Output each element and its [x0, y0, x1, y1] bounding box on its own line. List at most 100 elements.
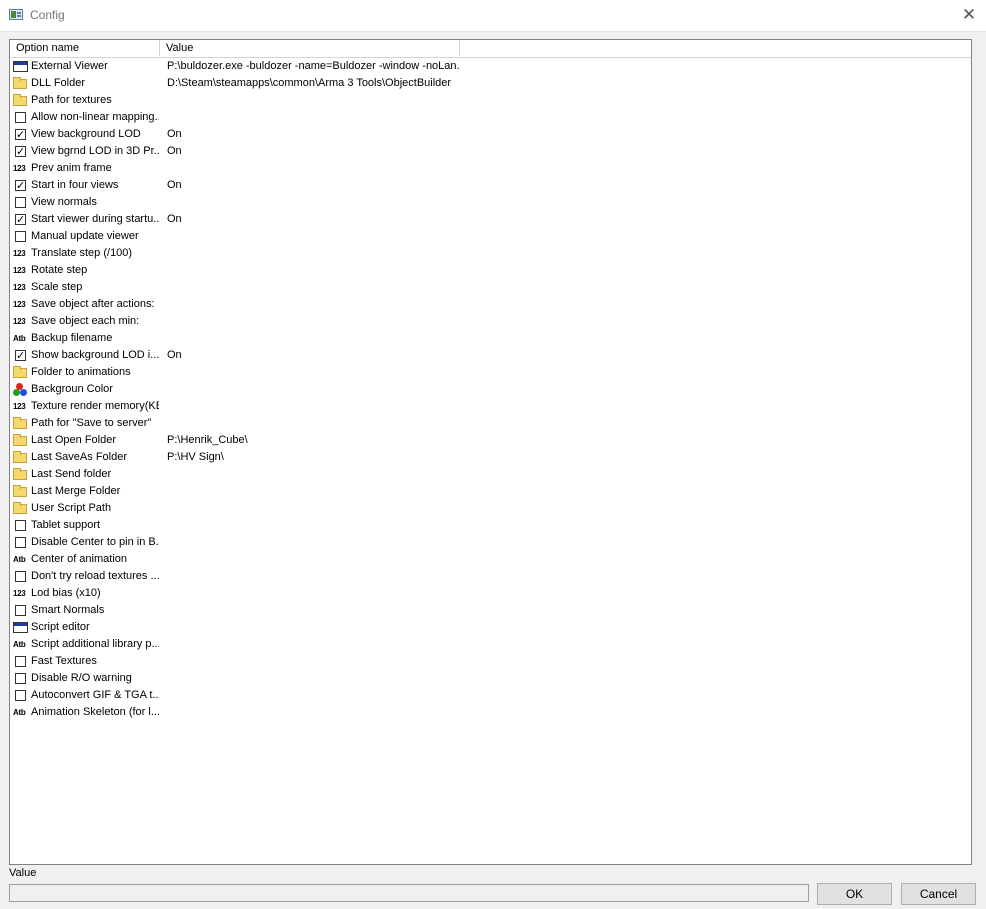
option-name: Smart Normals: [31, 604, 105, 616]
title-bar: Config ✕: [0, 0, 986, 32]
option-name: Animation Skeleton (for l...: [31, 706, 159, 718]
checkbox-checked-icon[interactable]: ✓: [15, 129, 26, 140]
list-item[interactable]: Folder to animations: [10, 364, 971, 381]
checkbox-unchecked-icon[interactable]: [15, 605, 26, 616]
option-name: Rotate step: [31, 264, 88, 276]
list-item[interactable]: 123 Rotate step: [10, 262, 971, 279]
option-name: External Viewer: [31, 60, 108, 72]
list-item[interactable]: Atb Animation Skeleton (for l...: [10, 704, 971, 721]
window-icon: [13, 622, 28, 633]
column-header-option-name[interactable]: Option name: [10, 40, 160, 56]
option-name: Last Send folder: [31, 468, 112, 480]
option-value: On: [167, 179, 182, 191]
option-name: View normals: [31, 196, 97, 208]
close-button[interactable]: ✕: [958, 4, 980, 26]
list-item[interactable]: Smart Normals: [10, 602, 971, 619]
number-icon: 123: [13, 164, 26, 173]
list-item[interactable]: ✓ Start viewer during startu... On: [10, 211, 971, 228]
value-label: Value: [9, 867, 37, 879]
list-item[interactable]: 123 Scale step: [10, 279, 971, 296]
list-item[interactable]: 123 Prev anim frame: [10, 160, 971, 177]
list-item[interactable]: Manual update viewer: [10, 228, 971, 245]
folder-icon: [13, 434, 27, 446]
list-item[interactable]: Tablet support: [10, 517, 971, 534]
checkbox-unchecked-icon[interactable]: [15, 520, 26, 531]
list-item[interactable]: Last Open Folder P:\Henrik_Cube\: [10, 432, 971, 449]
option-value: P:\HV Sign\: [167, 451, 224, 463]
option-name: Fast Textures: [31, 655, 97, 667]
list-item[interactable]: 123 Translate step (/100): [10, 245, 971, 262]
list-item[interactable]: Fast Textures: [10, 653, 971, 670]
option-name: Manual update viewer: [31, 230, 139, 242]
folder-icon: [13, 451, 27, 463]
option-name: Last SaveAs Folder: [31, 451, 127, 463]
list-item[interactable]: External Viewer P:\buldozer.exe -buldozer…: [10, 58, 971, 75]
ok-button[interactable]: OK: [817, 883, 892, 905]
list-item[interactable]: Path for textures: [10, 92, 971, 109]
number-icon: 123: [13, 266, 26, 275]
checkbox-checked-icon[interactable]: ✓: [15, 350, 26, 361]
checkbox-unchecked-icon[interactable]: [15, 690, 26, 701]
list-item[interactable]: Allow non-linear mapping...: [10, 109, 971, 126]
list-item[interactable]: ✓ Start in four views On: [10, 177, 971, 194]
option-name: Translate step (/100): [31, 247, 133, 259]
list-item[interactable]: View normals: [10, 194, 971, 211]
checkbox-checked-icon[interactable]: ✓: [15, 214, 26, 225]
option-name: Backgroun Color: [31, 383, 113, 395]
checkbox-checked-icon[interactable]: ✓: [15, 180, 26, 191]
checkbox-unchecked-icon[interactable]: [15, 231, 26, 242]
color-icon: [13, 383, 27, 396]
list-item[interactable]: Last SaveAs Folder P:\HV Sign\: [10, 449, 971, 466]
column-header-value[interactable]: Value: [160, 40, 460, 56]
value-field[interactable]: [9, 884, 809, 902]
list-item[interactable]: 123 Save object after actions:: [10, 296, 971, 313]
folder-icon: [13, 366, 27, 378]
option-name: View bgrnd LOD in 3D Pr...: [31, 145, 159, 157]
folder-icon: [13, 502, 27, 514]
option-name: User Script Path: [31, 502, 112, 514]
number-icon: 123: [13, 283, 26, 292]
checkbox-unchecked-icon[interactable]: [15, 112, 26, 123]
list-item[interactable]: ✓ Show background LOD i... On: [10, 347, 971, 364]
option-name: Texture render memory(KB): [31, 400, 159, 412]
list-item[interactable]: Atb Backup filename: [10, 330, 971, 347]
checkbox-unchecked-icon[interactable]: [15, 571, 26, 582]
checkbox-unchecked-icon[interactable]: [15, 197, 26, 208]
list-item[interactable]: Disable R/O warning: [10, 670, 971, 687]
list-item[interactable]: ✓ View bgrnd LOD in 3D Pr... On: [10, 143, 971, 160]
option-name: Center of animation: [31, 553, 127, 565]
list-item[interactable]: User Script Path: [10, 500, 971, 517]
list-item[interactable]: Autoconvert GIF & TGA t...: [10, 687, 971, 704]
checkbox-unchecked-icon[interactable]: [15, 673, 26, 684]
text-icon: Atb: [13, 640, 26, 649]
window-icon: [13, 61, 28, 72]
list-item[interactable]: 123 Texture render memory(KB): [10, 398, 971, 415]
list-item[interactable]: Atb Script additional library p...: [10, 636, 971, 653]
list-item[interactable]: Don't try reload textures ...: [10, 568, 971, 585]
list-rows: External Viewer P:\buldozer.exe -buldozer…: [10, 58, 971, 721]
option-name: Disable R/O warning: [31, 672, 132, 684]
checkbox-unchecked-icon[interactable]: [15, 656, 26, 667]
list-item[interactable]: Disable Center to pin in B...: [10, 534, 971, 551]
number-icon: 123: [13, 402, 26, 411]
list-item[interactable]: Path for "Save to server": [10, 415, 971, 432]
options-list[interactable]: Option name Value External Viewer P:\buld…: [9, 39, 972, 865]
checkbox-unchecked-icon[interactable]: [15, 537, 26, 548]
text-icon: Atb: [13, 555, 26, 564]
list-item[interactable]: Atb Center of animation: [10, 551, 971, 568]
list-item[interactable]: 123 Save object each min:: [10, 313, 971, 330]
list-item[interactable]: ✓ View background LOD On: [10, 126, 971, 143]
option-name: Scale step: [31, 281, 83, 293]
list-item[interactable]: 123 Lod bias (x10): [10, 585, 971, 602]
option-name: Save object after actions:: [31, 298, 155, 310]
list-item[interactable]: Last Send folder: [10, 466, 971, 483]
list-item[interactable]: Backgroun Color: [10, 381, 971, 398]
checkbox-checked-icon[interactable]: ✓: [15, 146, 26, 157]
option-name: Folder to animations: [31, 366, 131, 378]
list-item[interactable]: Last Merge Folder: [10, 483, 971, 500]
option-name: Backup filename: [31, 332, 113, 344]
cancel-button[interactable]: Cancel: [901, 883, 976, 905]
option-name: Script additional library p...: [31, 638, 159, 650]
list-item[interactable]: Script editor: [10, 619, 971, 636]
list-item[interactable]: DLL Folder D:\Steam\steamapps\common\Arma…: [10, 75, 971, 92]
